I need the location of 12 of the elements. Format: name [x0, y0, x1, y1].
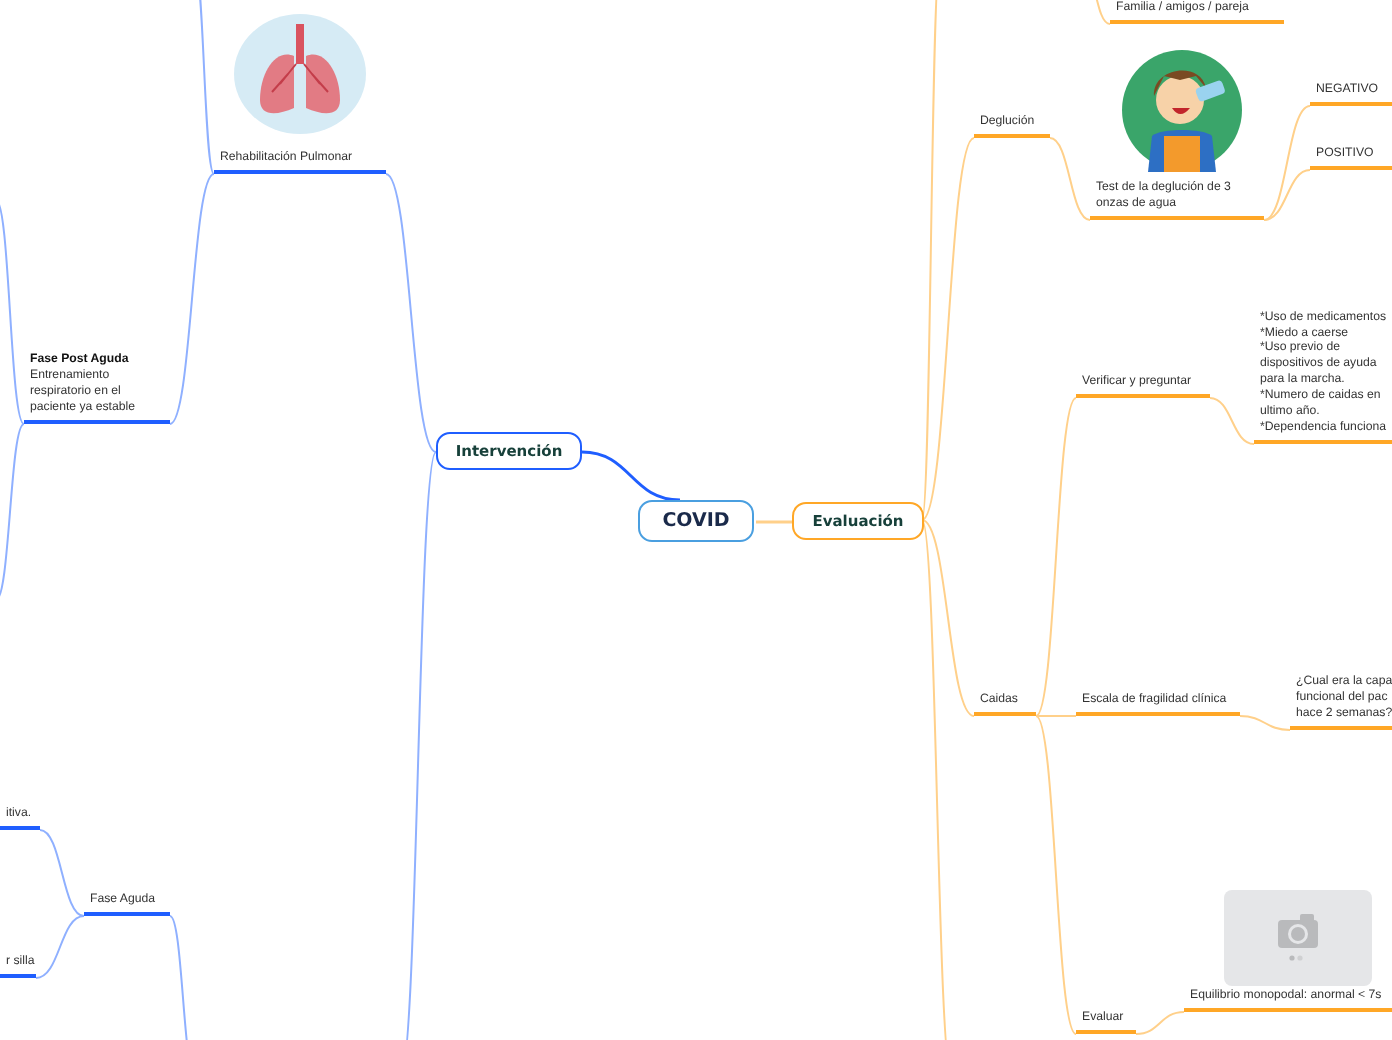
connector-line	[1135, 1011, 1185, 1035]
connector-line	[581, 450, 681, 502]
connector-line	[35, 915, 85, 979]
connector-line	[39, 829, 85, 917]
lungs-drawing	[232, 12, 368, 136]
central-topic[interactable]: COVID	[638, 500, 754, 542]
camera-icon	[1276, 912, 1320, 964]
connector-line	[1239, 715, 1291, 731]
boy-drinking-drawing	[1120, 48, 1244, 172]
connector-line	[756, 520, 792, 524]
connector-line	[1209, 397, 1255, 445]
connector-line	[1049, 137, 1091, 221]
